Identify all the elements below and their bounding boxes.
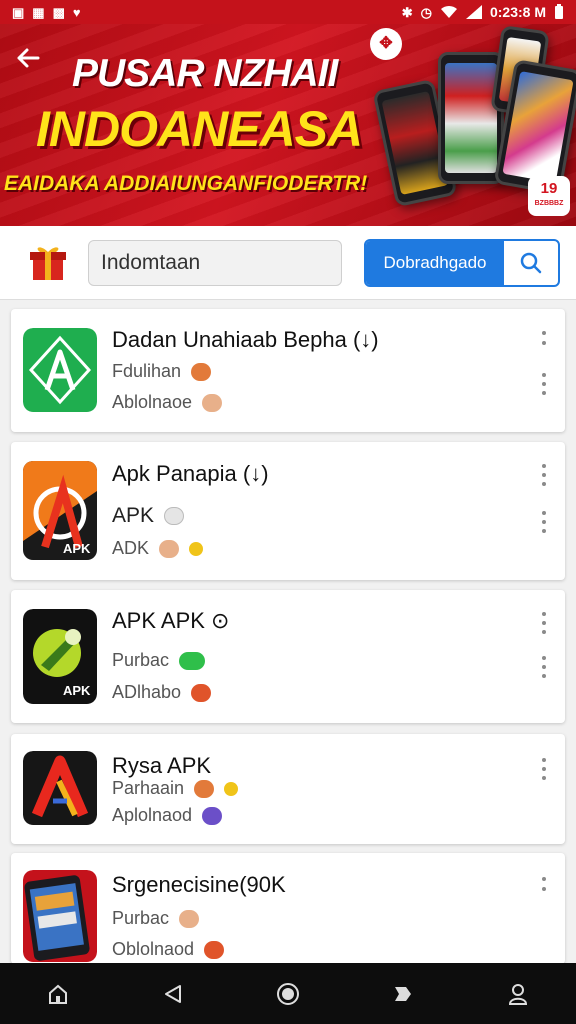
- app-meta-line: ADK: [112, 538, 204, 559]
- search-input[interactable]: [88, 240, 342, 286]
- toggle-badge-icon: [164, 507, 185, 525]
- game-badge-icon: [202, 806, 223, 825]
- app-title: Dadan Unahiaab Bepha (↓): [112, 327, 379, 352]
- more-options-icon[interactable]: [539, 612, 549, 634]
- nav-home-button[interactable]: [36, 972, 80, 1016]
- brand-badge: 19 BZBBBZ: [528, 176, 570, 216]
- app-meta-text: Aplolnaod: [112, 805, 193, 825]
- more-options-icon[interactable]: [539, 331, 549, 345]
- more-options-icon[interactable]: [539, 758, 549, 780]
- tag-badge-icon: [159, 539, 180, 558]
- gift-box-logo-icon[interactable]: [30, 244, 66, 282]
- app-a-gradient-icon: [23, 751, 97, 825]
- brand-badge-number: 19: [540, 180, 558, 197]
- app-meta-line: Ablolnaoe: [112, 392, 223, 413]
- tag-badge-icon: [179, 909, 200, 928]
- bluetooth-icon: ✱: [401, 4, 413, 20]
- app-card[interactable]: Rysa APK Parhaain Aplolnaod: [11, 734, 565, 844]
- app-title: Rysa APK: [112, 753, 212, 778]
- app-meta-text: APK: [112, 504, 155, 527]
- gallery-icon: ▦: [32, 4, 45, 20]
- app-card[interactable]: Srgenecisine(90K Purbac Oblolnaod: [11, 853, 565, 964]
- user-icon: [509, 983, 528, 1005]
- close-badge-icon: [191, 683, 212, 702]
- triangle-back-icon: [164, 984, 181, 1003]
- app-meta-text: ADK: [112, 538, 150, 558]
- app-meta-text: Fdulihan: [112, 361, 182, 381]
- promo-banner[interactable]: PUSAR NZHAII INDOANEASA EAIDAKA ADDIAIUN…: [0, 24, 576, 226]
- app-card[interactable]: APK Apk Panapia (↓) APK ADK: [11, 442, 565, 580]
- nav-back-button[interactable]: [151, 972, 195, 1016]
- app-meta-text: Ablolnaoe: [112, 392, 193, 412]
- search-icon: [520, 252, 542, 274]
- more-options-icon[interactable]: [539, 877, 549, 891]
- app-apk-orange-icon: APK: [23, 461, 97, 560]
- banner-subtitle: EAIDAKA ADDIAIUNGANFIODERTR!: [4, 172, 368, 195]
- app-title: Srgenecisine(90K: [112, 872, 286, 897]
- app-meta-line: Purbac: [112, 650, 206, 671]
- app-meta-line: Oblolnaod: [112, 939, 225, 960]
- chrome-badge-icon: [191, 362, 212, 381]
- arrow-left-icon: [17, 48, 40, 68]
- app-a-green-icon: [23, 328, 97, 412]
- search-button[interactable]: Dobradhgado: [364, 239, 560, 287]
- app-phone-icon: [23, 870, 97, 962]
- back-button[interactable]: [12, 44, 44, 76]
- status-bar-left: ▣ ▦ ▩ ♥: [12, 6, 81, 19]
- more-options-icon[interactable]: [539, 511, 549, 533]
- app-meta-line: Aplolnaod: [112, 805, 223, 826]
- app-meta-text: ADlhabo: [112, 682, 182, 702]
- app-title: Apk Panapia (↓): [112, 461, 269, 486]
- phone-mockup: [438, 52, 504, 184]
- status-time: 0:23:8 M: [489, 4, 546, 20]
- coin-icon: [224, 781, 239, 796]
- chrome-badge-icon: [194, 779, 215, 798]
- app-meta-text: Parhaain: [112, 778, 185, 798]
- nav-profile-button[interactable]: [496, 972, 540, 1016]
- circle-home-icon: [276, 982, 299, 1005]
- app-meta-line: ADlhabo: [112, 682, 212, 703]
- app-icon-label: APK: [63, 541, 91, 556]
- app-meta-text: Oblolnaod: [112, 939, 195, 959]
- app-meta-text: Purbac: [112, 650, 170, 670]
- app-card[interactable]: Dadan Unahiaab Bepha (↓) Fdulihan Abloln…: [11, 309, 565, 432]
- more-options-icon[interactable]: [539, 656, 549, 678]
- wifi-icon: [440, 5, 457, 18]
- bookmark-icon: [395, 986, 412, 1001]
- app-apk-lime-icon: APK: [23, 609, 97, 704]
- app-meta-line: Fdulihan: [112, 361, 212, 382]
- battery-icon: [555, 4, 563, 19]
- close-badge-icon: [204, 940, 225, 959]
- app-meta-line: Parhaain: [112, 778, 239, 799]
- banner-title-line2: INDOANEASA: [36, 101, 363, 157]
- app-icon-label: APK: [63, 683, 91, 698]
- app-meta-text: Purbac: [112, 908, 170, 928]
- navigation-bar: [0, 963, 576, 1024]
- coin-icon: [189, 541, 204, 556]
- brand-badge-caption: BZBBBZ: [534, 200, 564, 207]
- more-options-icon[interactable]: [539, 464, 549, 486]
- nav-bookmark-button[interactable]: [381, 972, 425, 1016]
- search-row: Dobradhgado: [0, 226, 576, 300]
- app-meta-line: Purbac: [112, 908, 200, 929]
- status-bar: ▣ ▦ ▩ ♥ ✱ ◷ 0:23:8 M: [0, 0, 576, 24]
- search-icon-wrapper[interactable]: [504, 241, 558, 285]
- notification-icon: ▣: [12, 4, 25, 20]
- nav-circle-button[interactable]: [266, 972, 310, 1016]
- chat-bubble-icon[interactable]: ✥: [370, 28, 402, 60]
- alarm-icon: ◷: [420, 4, 432, 20]
- app-meta-line: APK: [112, 504, 185, 528]
- heart-icon: ♥: [72, 4, 81, 20]
- app-title: APK APK ⊙: [112, 608, 230, 633]
- toggle-badge-icon: [179, 651, 206, 670]
- search-button-label: Dobradhgado: [366, 241, 504, 285]
- app-card[interactable]: APK APK APK ⊙ Purbac ADlhabo: [11, 590, 565, 723]
- signal-icon: [465, 5, 482, 19]
- app-icon: ▩: [52, 4, 65, 20]
- tag-badge-icon: [202, 393, 223, 412]
- home-icon: [48, 984, 67, 1004]
- more-options-icon[interactable]: [539, 373, 549, 395]
- banner-title-line1: PUSAR NZHAII: [72, 52, 338, 95]
- status-bar-right: ✱ ◷ 0:23:8 M: [402, 4, 564, 20]
